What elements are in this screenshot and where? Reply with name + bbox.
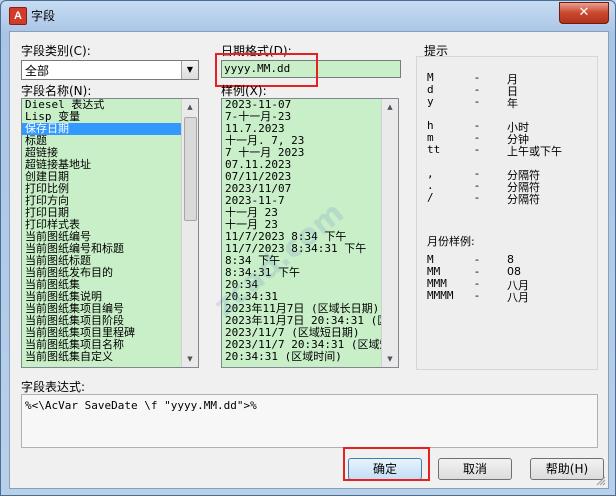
hint-val: 上午或下午 [507,145,562,158]
field-expression-box[interactable]: %<\AcVar SaveDate \f "yyyy.MM.dd">% [21,394,598,448]
field-names-items: Diesel 表达式 Lisp 变量 保存日期 标题 超链接 超链接基地址 创建日期 打印比例… [22,99,198,363]
hint-dash: - [475,95,479,108]
hint-key: y [427,95,434,108]
cancel-button[interactable]: 取消 [438,458,512,480]
field-category-label: 字段类别(C): [21,44,91,58]
hint-val: 年 [507,97,518,110]
chevron-down-icon[interactable]: ▼ [181,61,198,79]
hint-val: 八月 [507,291,529,304]
hint-key: MMMM [427,289,454,302]
examples-label: 样例(X): [221,84,267,98]
field-name-item[interactable]: 保存日期 [22,123,198,135]
example-item[interactable]: 20:34:31 (区域时间) [222,351,398,363]
dialog-body: 字段类别(C): 全部 ▼ 字段名称(N): Diesel 表达式 Lisp 变量… [9,31,609,489]
scroll-up-icon[interactable]: ▲ [382,99,398,115]
field-name-item[interactable]: 当前图纸集自定义 [22,351,198,363]
examples-scrollbar[interactable]: ▲ ▼ [381,99,398,367]
title-bar[interactable]: A 字段 ✕ [1,1,615,29]
field-names-label: 字段名称(N): [21,84,92,98]
field-expression-text: %<\AcVar SaveDate \f "yyyy.MM.dd">% [25,399,257,412]
field-category-dropdown[interactable]: 全部 ▼ [21,60,199,80]
field-names-scrollbar[interactable]: ▲ ▼ [181,99,198,367]
hint-key: / [427,191,434,204]
hint-dash: - [475,289,479,302]
field-dialog: A 字段 ✕ 字段类别(C): 全部 ▼ 字段名称(N): Diesel 表达式… [0,0,616,496]
highlight-ok-button [343,447,430,481]
field-expression-label: 字段表达式: [21,380,86,394]
hint-dash: - [475,143,479,156]
scroll-thumb[interactable] [184,117,197,221]
hints-panel: M - 月 d - 日 y - 年 h - 小时 m - 分钟 tt - 上午或下午, - 分隔符. - 分隔符 / - 分隔符… [416,56,598,370]
scroll-down-icon[interactable]: ▼ [382,351,398,367]
month-examples-title: 月份样例: [427,235,475,248]
window-title: 字段 [31,9,56,23]
hint-key: tt [427,143,441,156]
close-button[interactable]: ✕ [559,2,609,24]
scroll-up-icon[interactable]: ▲ [182,99,198,115]
help-button[interactable]: 帮助(H) [530,458,604,480]
hint-val: 分隔符 [507,193,540,206]
hint-dash: - [475,191,479,204]
resize-grip-icon[interactable] [596,476,606,486]
scroll-down-icon[interactable]: ▼ [182,351,198,367]
field-category-value: 全部 [25,64,50,78]
field-names-list[interactable]: Diesel 表达式 Lisp 变量 保存日期 标题 超链接 超链接基地址 创建日期 打印比例… [21,98,199,368]
autocad-app-icon: A [9,7,27,25]
